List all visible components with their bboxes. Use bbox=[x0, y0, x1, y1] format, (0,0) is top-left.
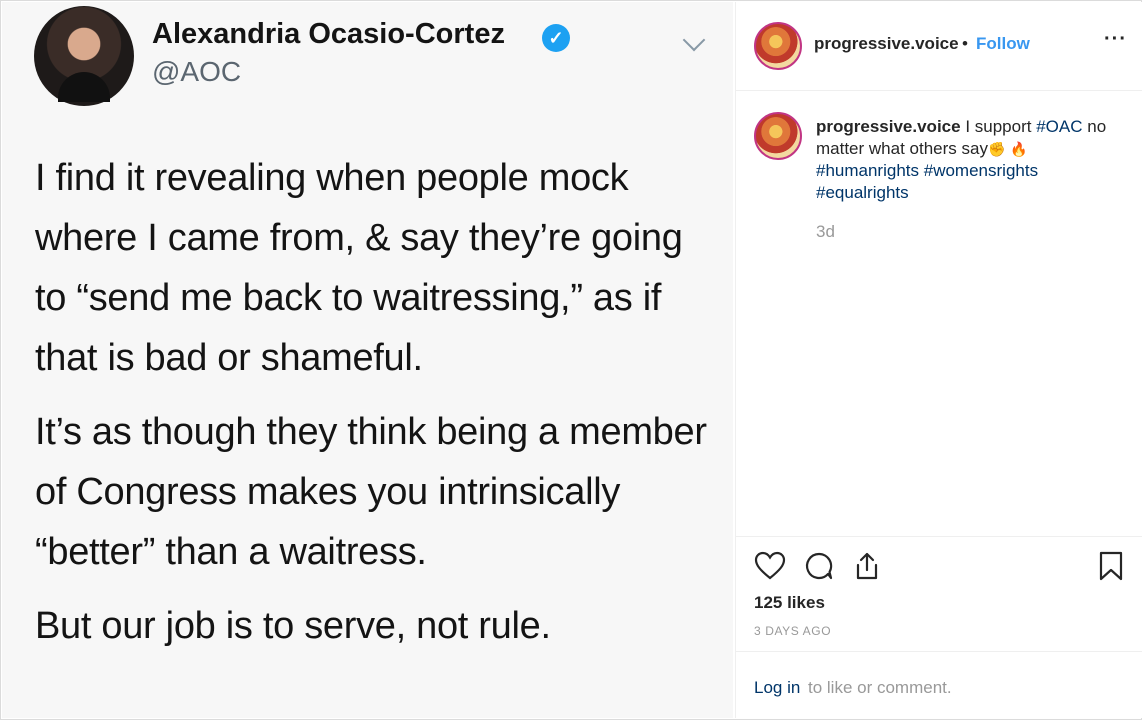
raised-fist-emoji: ✊ bbox=[987, 141, 1006, 157]
share-icon[interactable] bbox=[852, 551, 882, 586]
heart-icon[interactable] bbox=[754, 551, 786, 586]
caption-avatar[interactable] bbox=[754, 112, 802, 160]
more-icon[interactable]: ··· bbox=[1104, 28, 1127, 51]
hashtag-link[interactable]: #humanrights bbox=[816, 161, 919, 180]
avatar[interactable] bbox=[754, 22, 802, 70]
tweet-paragraph: It’s as though they think being a member… bbox=[35, 411, 707, 573]
hashtag-link[interactable]: #OAC bbox=[1036, 117, 1082, 136]
follow-button[interactable]: Follow bbox=[976, 34, 1030, 54]
verified-icon: ✓ bbox=[542, 24, 570, 52]
chevron-down-icon bbox=[682, 28, 706, 52]
separator-dot: • bbox=[962, 34, 968, 53]
login-prompt-text: to like or comment. bbox=[808, 678, 952, 697]
comment-icon[interactable] bbox=[804, 551, 834, 586]
likes-count[interactable]: 125 likes bbox=[754, 593, 825, 613]
tweet-author-name: Alexandria Ocasio-Cortez bbox=[152, 18, 505, 50]
header-username-link[interactable]: progressive.voice bbox=[814, 34, 959, 54]
login-link[interactable]: Log in bbox=[754, 678, 800, 698]
post-header: progressive.voice • Follow ··· bbox=[736, 2, 1142, 91]
hashtag-link[interactable]: #womensrights bbox=[924, 161, 1038, 180]
login-prompt: Log in to like or comment. bbox=[736, 651, 1142, 720]
fire-emoji: 🔥 bbox=[1010, 141, 1028, 157]
tweet-avatar bbox=[34, 6, 134, 106]
post-timestamp: 3 DAYS AGO bbox=[754, 624, 832, 638]
caption-username-link[interactable]: progressive.voice bbox=[816, 117, 961, 136]
post-caption: progressive.voice I support #OAC no matt… bbox=[816, 116, 1126, 204]
tweet-paragraph: But our job is to serve, not rule. bbox=[35, 605, 551, 647]
tweet-paragraph: I find it revealing when people mock whe… bbox=[35, 157, 683, 379]
post-image-tweet: Alexandria Ocasio-Cortez ✓ @AOC I find i… bbox=[2, 2, 733, 718]
hashtag-link[interactable]: #equalrights bbox=[816, 183, 909, 202]
bookmark-icon[interactable] bbox=[1098, 551, 1124, 586]
action-bar: 125 likes 3 DAYS AGO Log in to like or c… bbox=[736, 536, 1142, 717]
post-side-panel: progressive.voice • Follow ··· progressi… bbox=[735, 2, 1142, 718]
caption-time: 3d bbox=[816, 222, 835, 241]
post-frame: Alexandria Ocasio-Cortez ✓ @AOC I find i… bbox=[0, 0, 1142, 720]
caption-text: I support bbox=[965, 117, 1032, 136]
tweet-text: I find it revealing when people mock whe… bbox=[35, 148, 715, 670]
tweet-handle: @AOC bbox=[152, 56, 242, 87]
